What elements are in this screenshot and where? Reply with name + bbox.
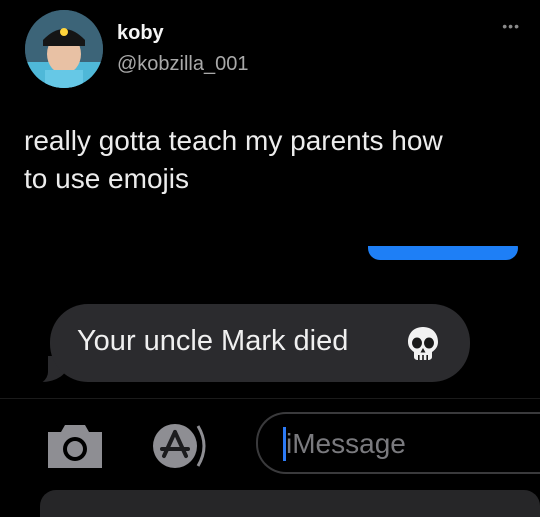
avatar[interactable] <box>25 10 103 88</box>
tweet-text-line: to use emojis <box>24 163 189 194</box>
display-name[interactable]: koby <box>117 22 164 45</box>
tweet-header: koby @kobzilla_001 ••• <box>25 8 520 88</box>
more-dots-icon[interactable]: ••• <box>502 18 520 34</box>
user-handle[interactable]: @kobzilla_001 <box>117 53 249 76</box>
camera-icon[interactable] <box>44 420 106 472</box>
keyboard-edge <box>40 490 540 517</box>
skull-icon <box>405 325 441 363</box>
divider <box>0 398 540 399</box>
sent-message-bubble <box>368 236 518 260</box>
received-message-text: Your uncle Mark died <box>77 325 349 357</box>
message-placeholder: iMessage <box>286 428 406 459</box>
app-store-icon[interactable] <box>148 420 220 472</box>
tweet-text: really gotta teach my parents how to use… <box>24 122 514 198</box>
tweet-text-line: really gotta teach my parents how <box>24 125 443 156</box>
